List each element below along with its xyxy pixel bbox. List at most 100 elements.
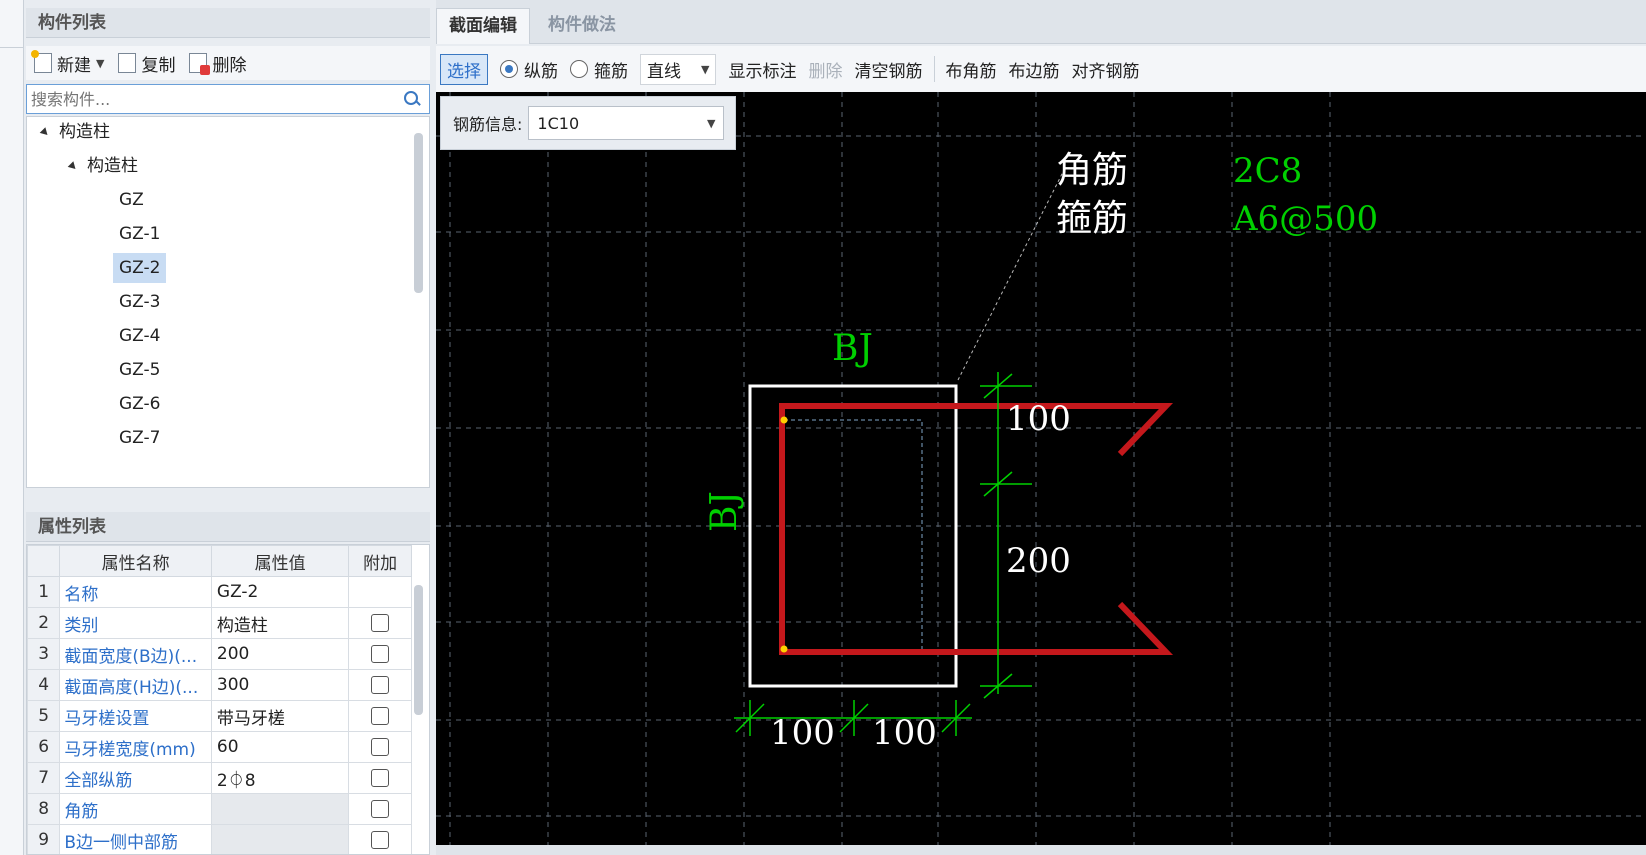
toolbar-divider bbox=[934, 56, 936, 82]
clear-rebar-button[interactable]: 清空钢筋 bbox=[854, 57, 922, 82]
property-name[interactable]: 全部纵筋 bbox=[59, 762, 212, 794]
tree-item-gz-2[interactable]: GZ-2 bbox=[113, 253, 167, 283]
table-row[interactable]: 8 角筋 bbox=[27, 793, 412, 825]
property-extra bbox=[348, 793, 412, 825]
edge-rebar-button[interactable]: 布边筋 bbox=[1008, 57, 1059, 82]
property-value[interactable]: 60 bbox=[210, 731, 350, 763]
property-value[interactable]: 构造柱 bbox=[210, 607, 350, 639]
delete-rebar-button[interactable]: 删除 bbox=[808, 57, 842, 82]
property-extra bbox=[348, 669, 412, 701]
property-value[interactable] bbox=[210, 824, 350, 854]
copy-label: 复制 bbox=[141, 55, 176, 76]
app-window: 构件列表 新建 ▼ 复制 删除 构造柱 bbox=[0, 0, 1646, 855]
line-type-select[interactable]: 直线 ▼ bbox=[640, 53, 717, 85]
extra-checkbox[interactable] bbox=[371, 707, 390, 725]
select-button[interactable]: 选择 bbox=[440, 53, 488, 85]
tree-node-group[interactable]: 构造柱 bbox=[67, 151, 138, 181]
rebar-info-label: 钢筋信息: bbox=[453, 115, 523, 134]
property-name[interactable]: 截面宽度(B边)(... bbox=[59, 638, 212, 670]
chevron-down-icon[interactable]: ▼ bbox=[96, 57, 104, 70]
table-row[interactable]: 7 全部纵筋 2⏀8 bbox=[27, 762, 412, 794]
property-extra bbox=[348, 762, 412, 794]
dimension-lines bbox=[734, 372, 1032, 736]
table-row[interactable]: 5 马牙槎设置 带马牙槎 bbox=[27, 700, 412, 732]
edge-label-top: BJ bbox=[832, 328, 873, 369]
tree-item-gz-1[interactable]: GZ-1 bbox=[113, 219, 166, 249]
table-row[interactable]: 1 名称 GZ-2 bbox=[27, 576, 412, 608]
expand-icon[interactable] bbox=[39, 126, 51, 138]
property-name[interactable]: 名称 bbox=[59, 576, 212, 608]
row-index: 9 bbox=[27, 824, 61, 854]
chevron-down-icon: ▼ bbox=[701, 62, 710, 76]
align-rebar-button[interactable]: 对齐钢筋 bbox=[1071, 57, 1139, 82]
show-dims-button[interactable]: 显示标注 bbox=[728, 57, 796, 82]
extra-checkbox[interactable] bbox=[371, 769, 390, 787]
property-value[interactable]: 300 bbox=[210, 669, 350, 701]
extra-checkbox[interactable] bbox=[371, 645, 390, 663]
tab-component-method[interactable]: 构件做法 bbox=[536, 8, 628, 44]
property-scrollbar[interactable] bbox=[414, 585, 423, 715]
tree-node-root[interactable]: 构造柱 bbox=[39, 117, 110, 147]
property-value[interactable]: 200 bbox=[210, 638, 350, 670]
canvas-bottom-strip bbox=[436, 845, 1646, 855]
tree-item-gz[interactable]: GZ bbox=[113, 185, 150, 215]
longitudinal-radio[interactable]: 纵筋 bbox=[500, 57, 558, 82]
new-label: 新建 bbox=[57, 55, 91, 76]
tree-item-gz-4[interactable]: GZ-4 bbox=[113, 321, 166, 351]
tree-node-label: 构造柱 bbox=[59, 122, 110, 142]
tree-item-gz-6[interactable]: GZ-6 bbox=[113, 389, 166, 419]
delete-button[interactable]: 删除 bbox=[189, 51, 246, 76]
rebar-info-select[interactable]: 1C10 ▼ bbox=[528, 106, 725, 140]
edge-label-left: BJ bbox=[704, 491, 745, 532]
property-extra bbox=[348, 700, 412, 732]
property-value[interactable] bbox=[210, 793, 350, 825]
table-row[interactable]: 2 类别 构造柱 bbox=[27, 607, 412, 639]
extra-checkbox[interactable] bbox=[371, 614, 390, 632]
row-index: 1 bbox=[27, 576, 61, 608]
tree-scrollbar[interactable] bbox=[414, 133, 423, 293]
property-name[interactable]: 截面高度(H边)(... bbox=[59, 669, 212, 701]
corner-rebar-button[interactable]: 布角筋 bbox=[945, 57, 996, 82]
expand-icon[interactable] bbox=[67, 160, 79, 172]
property-extra bbox=[348, 607, 412, 639]
tree-item-gz-5[interactable]: GZ-5 bbox=[113, 355, 166, 385]
extra-checkbox[interactable] bbox=[371, 831, 390, 849]
header-index bbox=[27, 545, 61, 577]
search-input[interactable] bbox=[27, 86, 401, 112]
extra-checkbox[interactable] bbox=[371, 738, 390, 756]
property-name[interactable]: 马牙槎设置 bbox=[59, 700, 212, 732]
search-icon[interactable] bbox=[401, 88, 423, 110]
property-value[interactable]: GZ-2 bbox=[210, 576, 350, 608]
table-row[interactable]: 9 B边一侧中部筋 bbox=[27, 824, 412, 854]
dim-right-bottom: 200 bbox=[1006, 541, 1071, 581]
copy-button[interactable]: 复制 bbox=[118, 51, 175, 76]
tree-item-gz-3[interactable]: GZ-3 bbox=[113, 287, 166, 317]
row-index: 7 bbox=[27, 762, 61, 794]
table-row[interactable]: 6 马牙槎宽度(mm) 60 bbox=[27, 731, 412, 763]
stirrup-radio[interactable]: 箍筋 bbox=[570, 57, 628, 82]
property-name[interactable]: 角筋 bbox=[59, 793, 212, 825]
line-type-value: 直线 bbox=[647, 61, 681, 82]
chevron-down-icon: ▼ bbox=[706, 116, 716, 130]
tree-item-gz-7[interactable]: GZ-7 bbox=[113, 423, 166, 453]
property-name[interactable]: B边一侧中部筋 bbox=[59, 824, 212, 854]
property-value[interactable]: 2⏀8 bbox=[210, 762, 350, 794]
dim-right-top: 100 bbox=[1006, 399, 1071, 439]
property-name[interactable]: 马牙槎宽度(mm) bbox=[59, 731, 212, 763]
section-canvas[interactable]: 角筋 箍筋 2C8 A6@500 BJ BJ 100 200 100 100 钢… bbox=[436, 92, 1646, 845]
table-row[interactable]: 4 截面高度(H边)(... 300 bbox=[27, 669, 412, 701]
legend-name-1: 箍筋 bbox=[1056, 198, 1128, 239]
extra-checkbox[interactable] bbox=[371, 676, 390, 694]
property-value[interactable]: 带马牙槎 bbox=[210, 700, 350, 732]
component-tree: 构造柱 构造柱 GZ GZ-1 GZ-2 GZ-3 GZ-4 GZ-5 GZ-6… bbox=[26, 116, 430, 488]
rebar-info-panel: 钢筋信息: 1C10 ▼ bbox=[440, 96, 736, 150]
left-edge-strip bbox=[0, 0, 24, 855]
copy-icon bbox=[118, 53, 137, 73]
tab-section-edit[interactable]: 截面编辑 bbox=[436, 8, 530, 44]
new-button[interactable]: 新建 ▼ bbox=[31, 50, 104, 76]
table-row[interactable]: 3 截面宽度(B边)(... 200 bbox=[27, 638, 412, 670]
property-name[interactable]: 类别 bbox=[59, 607, 212, 639]
radio-off-icon bbox=[570, 60, 588, 78]
row-index: 8 bbox=[27, 793, 61, 825]
extra-checkbox[interactable] bbox=[371, 800, 390, 818]
